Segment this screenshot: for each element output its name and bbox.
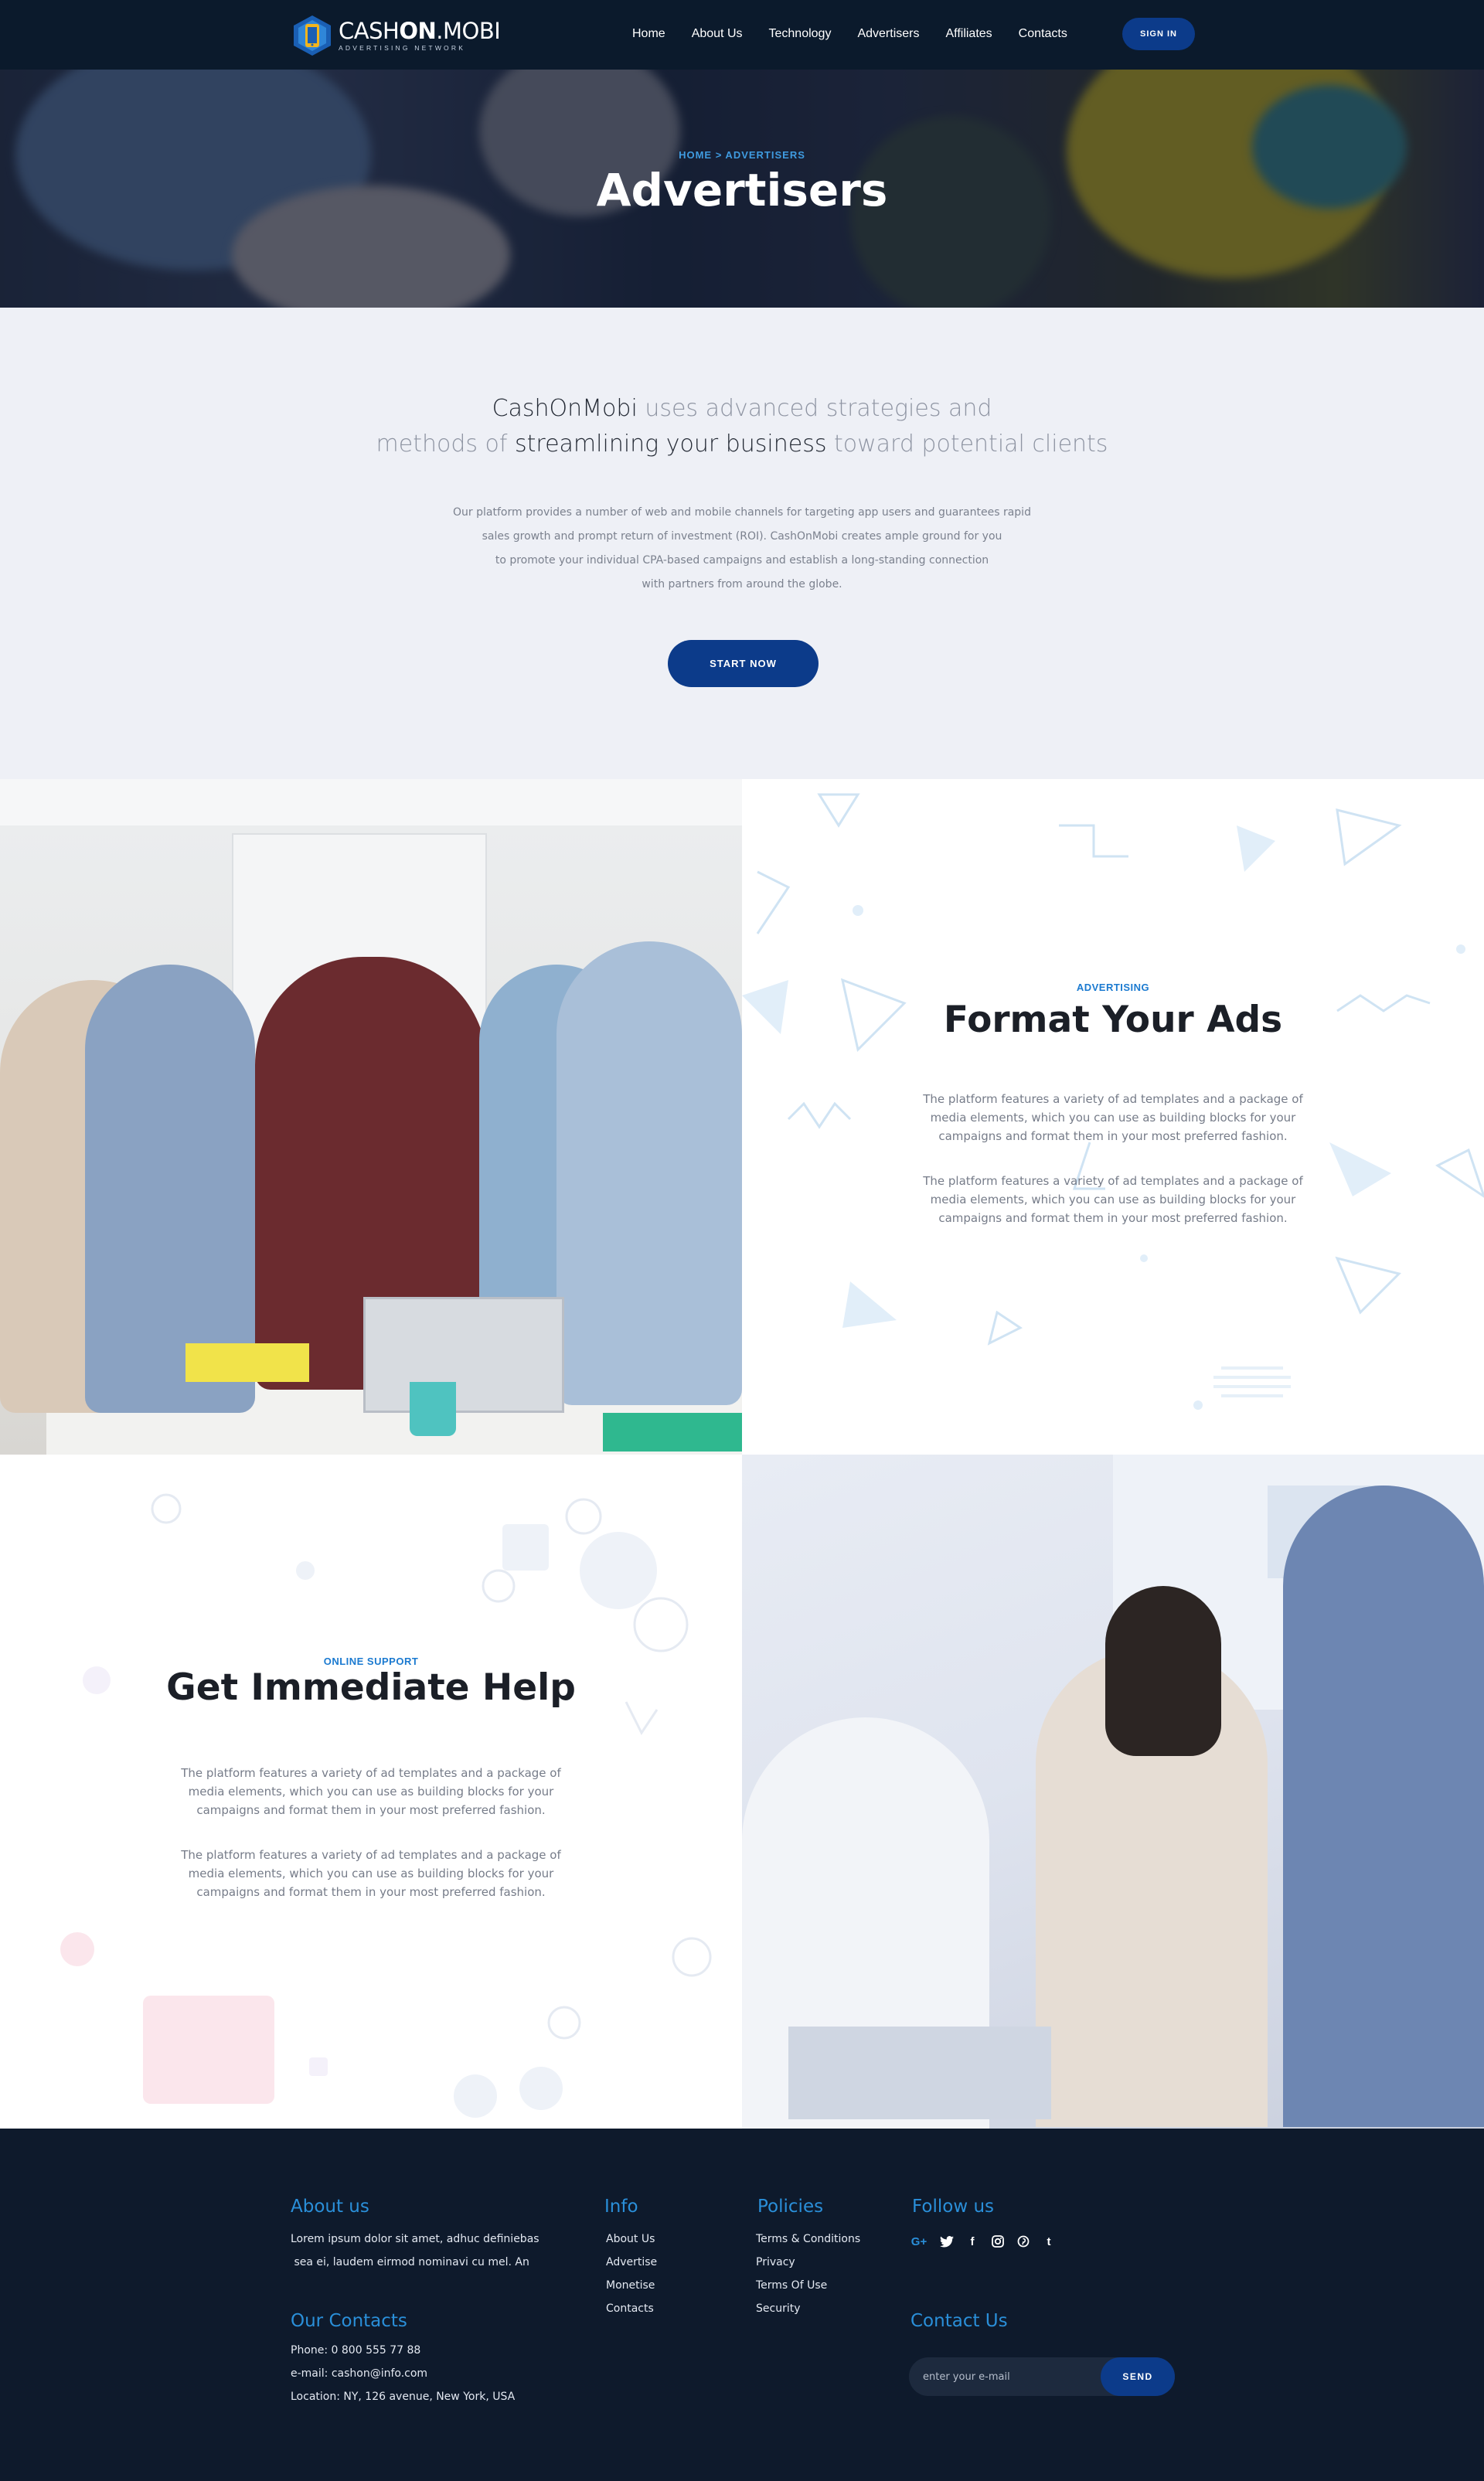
intro-section: CashOnMobi uses advanced strategies and … — [0, 308, 1484, 781]
footer-heading-contacts: Our Contacts — [291, 2311, 407, 2331]
logo-wordmark: CASHON.MOBI — [339, 18, 501, 44]
footer-heading-info: Info — [604, 2197, 638, 2217]
footer-link-monetise[interactable]: Monetise — [606, 2274, 657, 2297]
footer-policies-links: Terms & Conditions Privacy Terms Of Use … — [756, 2227, 860, 2320]
intro-lead: CashOnMobi uses advanced strategies and … — [376, 395, 1108, 458]
person-shape — [1283, 1486, 1484, 2127]
footer-heading-contact-us: Contact Us — [910, 2311, 1008, 2331]
footer-link-about-us[interactable]: About Us — [606, 2227, 657, 2251]
laptop-shape — [363, 1297, 564, 1413]
section-eyebrow: ONLINE SUPPORT — [323, 1656, 419, 1667]
site-header: CASHON.MOBI ADVERTISING NETWORK Home Abo… — [0, 0, 1484, 70]
nav-advertisers[interactable]: Advertisers — [857, 27, 919, 41]
sign-in-button[interactable]: SIGN IN — [1122, 18, 1195, 50]
logo-phone-icon — [291, 14, 334, 57]
footer-link-terms-conditions[interactable]: Terms & Conditions — [756, 2227, 860, 2251]
nav-affiliates[interactable]: Affiliates — [945, 27, 992, 41]
team-photo — [0, 779, 742, 1455]
section-title: Format Your Ads — [943, 999, 1283, 1041]
footer-link-advertise[interactable]: Advertise — [606, 2251, 657, 2274]
send-button[interactable]: SEND — [1101, 2357, 1175, 2396]
nav-home[interactable]: Home — [632, 27, 665, 41]
section-eyebrow: ADVERTISING — [1076, 982, 1150, 993]
footer-heading-follow: Follow us — [912, 2197, 995, 2217]
section-title: Get Immediate Help — [166, 1666, 576, 1709]
start-now-button[interactable]: START NOW — [668, 640, 819, 687]
person-shape — [556, 941, 742, 1405]
footer-email[interactable]: e-mail: cashon@info.com — [291, 2362, 515, 2385]
instagram-icon[interactable] — [990, 2234, 1006, 2249]
page-title: Advertisers — [596, 164, 888, 216]
newsletter-form: SEND — [909, 2357, 1175, 2396]
site-footer: About us Lorem ipsum dolor sit amet, adh… — [0, 2129, 1484, 2481]
google-plus-icon[interactable]: G+ — [909, 2234, 929, 2249]
section-paragraph: The platform features a variety of ad te… — [923, 1174, 1303, 1225]
footer-location: Location: NY, 126 avenue, New York, USA — [291, 2391, 516, 2403]
nav-contacts[interactable]: Contacts — [1019, 27, 1067, 41]
immediate-help-panel: ONLINE SUPPORT Get Immediate Help The pl… — [0, 1455, 742, 2129]
hero-banner: HOME > ADVERTISERS Advertisers — [0, 70, 1484, 308]
format-ads-panel: ADVERTISING Format Your Ads The platform… — [742, 779, 1484, 1455]
footer-contacts: Phone: 0 800 555 77 88 e-mail: cashon@in… — [291, 2339, 515, 2408]
laptop-shape — [788, 2027, 1051, 2119]
intro-body: Our platform provides a number of web an… — [453, 506, 1031, 590]
footer-link-security[interactable]: Security — [756, 2297, 860, 2320]
tumblr-icon[interactable]: t — [1041, 2234, 1057, 2249]
footer-link-privacy[interactable]: Privacy — [756, 2251, 860, 2274]
papers-shape — [603, 1413, 742, 1452]
footer-heading-policies: Policies — [757, 2197, 824, 2217]
twitter-icon[interactable] — [939, 2234, 955, 2249]
section-paragraph: The platform features a variety of ad te… — [923, 1092, 1303, 1143]
pinterest-icon[interactable] — [1016, 2234, 1031, 2249]
window-shape — [0, 779, 742, 825]
facebook-icon[interactable]: f — [965, 2234, 980, 2249]
breadcrumb[interactable]: HOME > ADVERTISERS — [0, 149, 1484, 161]
section-paragraph: The platform features a variety of ad te… — [181, 1766, 561, 1817]
cup-shape — [410, 1382, 456, 1436]
logo[interactable]: CASHON.MOBI ADVERTISING NETWORK — [291, 14, 501, 57]
footer-link-contacts[interactable]: Contacts — [606, 2297, 657, 2320]
footer-link-terms-of-use[interactable]: Terms Of Use — [756, 2274, 860, 2297]
social-links: G+ f t — [909, 2234, 1067, 2249]
footer-phone: Phone: 0 800 555 77 88 — [291, 2344, 421, 2357]
main-nav: Home About Us Technology Advertisers Aff… — [632, 19, 1094, 49]
nav-about-us[interactable]: About Us — [692, 27, 743, 41]
sticky-notes-shape — [186, 1343, 309, 1382]
hair-shape — [1105, 1586, 1221, 1756]
logo-tagline: ADVERTISING NETWORK — [339, 44, 466, 52]
nav-technology[interactable]: Technology — [769, 27, 832, 41]
footer-heading-about: About us — [291, 2197, 369, 2217]
meeting-photo — [742, 1455, 1484, 2129]
footer-info-links: About Us Advertise Monetise Contacts — [606, 2227, 657, 2320]
email-input[interactable] — [923, 2357, 1077, 2396]
footer-about-text: Lorem ipsum dolor sit amet, adhuc defini… — [291, 2233, 539, 2268]
section-paragraph: The platform features a variety of ad te… — [181, 1848, 561, 1899]
